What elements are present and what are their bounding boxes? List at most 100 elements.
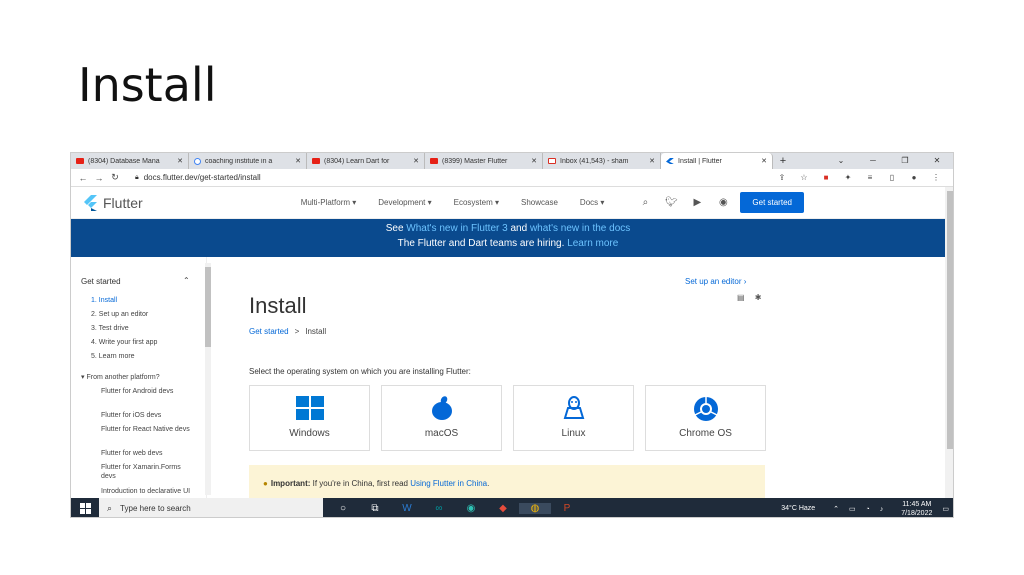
view-source-icon[interactable]: ▤ (737, 293, 745, 302)
breadcrumb-install: Install (305, 327, 327, 336)
new-tab-button[interactable]: + (773, 153, 793, 169)
learn-more-link[interactable]: Learn more (567, 238, 618, 249)
search-icon[interactable]: ⌕ (632, 197, 658, 208)
close-tab-icon[interactable]: ✕ (413, 157, 419, 165)
sidebar-sub-ios[interactable]: Flutter for iOS devs (101, 411, 191, 420)
browser-tab[interactable]: Inbox (41,543) - sham ✕ (543, 153, 661, 169)
minimize-icon[interactable]: ─ (857, 153, 889, 169)
page-title: Install (249, 293, 307, 318)
setup-editor-link[interactable]: Set up an editor › (685, 277, 746, 286)
extension-badge-icon[interactable]: ■ (815, 173, 837, 182)
tab-search-icon[interactable]: ⌄ (825, 153, 857, 169)
nav-showcase[interactable]: Showcase (521, 198, 558, 207)
select-os-text: Select the operating system on which you… (249, 367, 471, 376)
get-started-button[interactable]: Get started (740, 192, 804, 213)
notifications-icon[interactable]: ▭ (942, 505, 949, 513)
task-view-icon[interactable]: ⧉ (359, 503, 391, 514)
sidebar-sub-android[interactable]: Flutter for Android devs (101, 387, 191, 396)
whats-new-flutter3-link[interactable]: What's new in Flutter 3 (406, 223, 507, 234)
sidebar-item-test-drive[interactable]: 3. Test drive (91, 325, 129, 332)
extensions-icon[interactable]: ✦ (837, 173, 859, 182)
sidebar-item-first-app[interactable]: 4. Write your first app (91, 339, 157, 346)
share-icon[interactable]: ⇪ (771, 173, 793, 182)
windows-icon (295, 396, 324, 420)
sidebar-sub-web[interactable]: Flutter for web devs (101, 449, 191, 458)
taskbar-search[interactable]: ⌕ Type here to search (99, 498, 323, 517)
page-scrollbar[interactable] (945, 187, 953, 498)
sidebar-sub-xamarin[interactable]: Flutter for Xamarin.Forms devs (101, 463, 191, 481)
youtube-icon[interactable]: ▶ (684, 197, 710, 208)
back-icon[interactable]: ← (75, 173, 91, 183)
lock-icon[interactable]: 🔒︎ (135, 174, 139, 182)
forward-icon[interactable]: → (91, 173, 107, 183)
flutter-logo[interactable]: Flutter (83, 194, 143, 211)
start-button[interactable] (71, 498, 99, 517)
docs-sidebar: Get started ⌃ 1. Install 2. Set up an ed… (71, 257, 207, 498)
breadcrumb-separator: > (294, 327, 300, 336)
window-controls: ⌄ ─ ❐ ✕ (825, 153, 953, 169)
reading-list-icon[interactable]: ≡ (859, 173, 881, 182)
url-field[interactable]: 🔒︎ docs.flutter.dev/get-started/install (135, 173, 261, 182)
sidebar-heading[interactable]: Get started (81, 277, 121, 286)
nav-ecosystem[interactable]: Ecosystem ▾ (454, 198, 499, 207)
sidebar-other-platform[interactable]: ▾ From another platform? (81, 373, 160, 381)
close-window-icon[interactable]: ✕ (921, 153, 953, 169)
close-tab-icon[interactable]: ✕ (177, 157, 183, 165)
os-card-windows[interactable]: Windows (249, 385, 370, 451)
chrome-icon (693, 397, 718, 421)
word-icon[interactable]: W (391, 503, 423, 514)
profile-avatar-icon[interactable]: ● (903, 173, 925, 182)
browser-tab[interactable]: (8399) Master Flutter ✕ (425, 153, 543, 169)
whats-new-docs-link[interactable]: what's new in the docs (530, 223, 630, 234)
browser-tab-active[interactable]: Install | Flutter ✕ (661, 153, 773, 169)
nav-development[interactable]: Development ▾ (378, 198, 431, 207)
chevron-up-icon[interactable]: ⌃ (183, 276, 190, 285)
linux-tux-icon (563, 396, 584, 419)
close-tab-icon[interactable]: ✕ (531, 157, 537, 165)
powerpoint-icon[interactable]: P (551, 503, 583, 514)
windows-start-icon (79, 503, 91, 514)
system-tray-icons[interactable]: ⌃ ▭ ◔ ♪ (833, 505, 887, 513)
chrome-taskbar-icon[interactable]: ◍ (519, 503, 551, 514)
sidebar-item-setup-editor[interactable]: 2. Set up an editor (91, 311, 148, 318)
nav-multi-platform[interactable]: Multi-Platform ▾ (301, 198, 357, 207)
restore-icon[interactable]: ❐ (889, 153, 921, 169)
using-flutter-china-link[interactable]: Using Flutter in China (410, 479, 487, 488)
sidepanel-icon[interactable]: ▯ (881, 173, 903, 182)
breadcrumb-get-started[interactable]: Get started (249, 327, 289, 336)
weather-widget[interactable]: 34°C Haze (781, 505, 815, 512)
sidebar-sub-react-native[interactable]: Flutter for React Native devs (101, 425, 191, 434)
announcement-banner: See What's new in Flutter 3 and what's n… (71, 219, 945, 257)
arduino-icon[interactable]: ∞ (423, 503, 455, 514)
github-icon[interactable]: ◉ (710, 197, 736, 208)
china-notice: ● Important: If you're in China, first re… (249, 465, 765, 501)
sidebar-sub-declarative[interactable]: Introduction to declarative UI (101, 487, 191, 496)
close-tab-icon[interactable]: ✕ (295, 157, 301, 165)
close-tab-icon[interactable]: ✕ (649, 157, 655, 165)
sidebar-item-learn-more[interactable]: 5. Learn more (91, 353, 135, 360)
menu-icon[interactable]: ⋮ (925, 173, 947, 182)
cortana-icon[interactable]: ○ (327, 503, 359, 514)
browser-tab[interactable]: coaching institute in a ✕ (189, 153, 307, 169)
app-icon[interactable]: ◆ (487, 503, 519, 514)
os-card-macos[interactable]: macOS (381, 385, 502, 451)
google-icon (194, 157, 201, 165)
os-card-chromeos[interactable]: Chrome OS (645, 385, 766, 451)
sidebar-item-install[interactable]: 1. Install (91, 297, 117, 304)
flutter-icon (666, 158, 674, 164)
search-icon: ⌕ (107, 503, 113, 513)
os-card-linux[interactable]: Linux (513, 385, 634, 451)
browser-tab[interactable]: (8304) Learn Dart for ✕ (307, 153, 425, 169)
address-bar: ← → ↻ 🔒︎ docs.flutter.dev/get-started/in… (71, 169, 953, 187)
nav-docs[interactable]: Docs ▾ (580, 198, 604, 207)
report-bug-icon[interactable]: ✱ (755, 293, 762, 302)
youtube-icon (430, 158, 438, 164)
clock[interactable]: 11:45 AM 7/18/2022 (901, 500, 932, 518)
reload-icon[interactable]: ↻ (107, 172, 123, 183)
close-tab-icon[interactable]: ✕ (761, 157, 767, 165)
bookmark-star-icon[interactable]: ☆ (793, 173, 815, 182)
sidebar-scrollbar[interactable] (205, 263, 211, 495)
browser-tab[interactable]: (8304) Database Mana ✕ (71, 153, 189, 169)
twitter-icon[interactable]: 🐦︎ (658, 197, 684, 208)
edge-icon[interactable]: ◉ (455, 503, 487, 514)
